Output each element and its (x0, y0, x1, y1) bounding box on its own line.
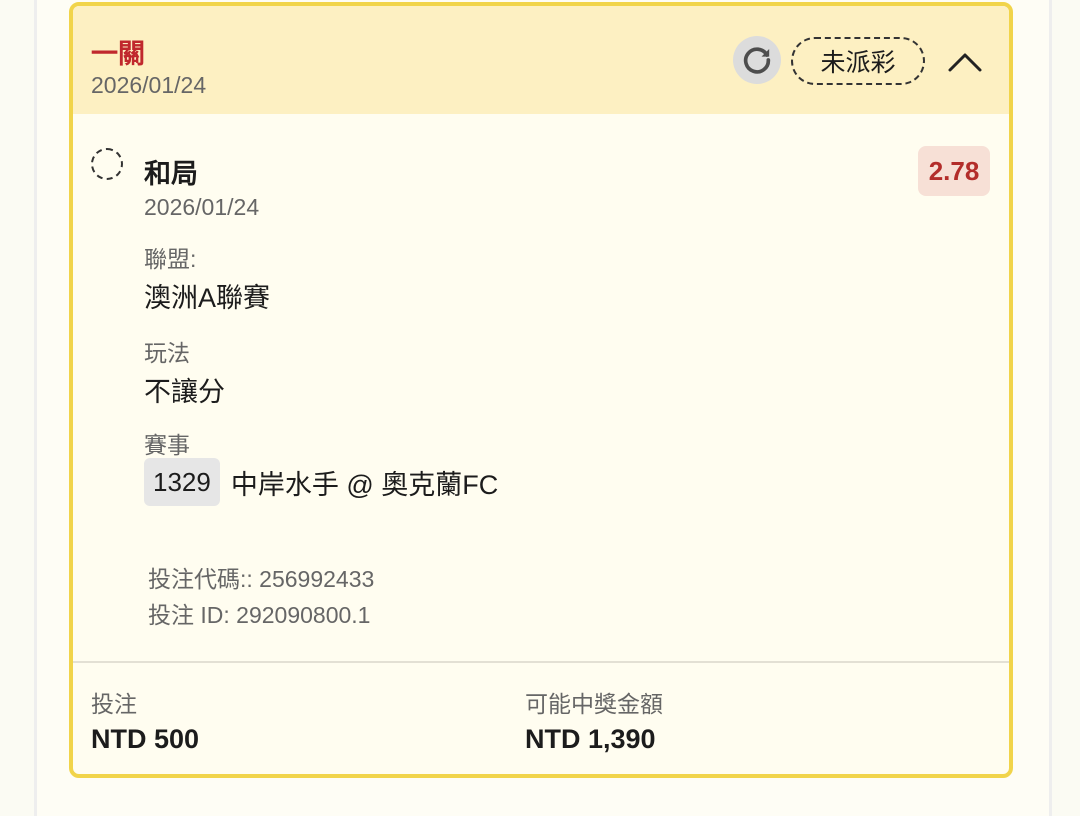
league-value: 澳洲A聯賽 (144, 283, 271, 313)
match-id-badge: 1329 (144, 458, 220, 506)
bet-type-title: 一關 (91, 39, 145, 69)
play-type-value: 不讓分 (144, 377, 225, 407)
status-badge: 未派彩 (791, 37, 925, 85)
play-type-label: 玩法 (144, 340, 190, 366)
bet-id: 投注 ID: 292090800.1 (148, 602, 371, 628)
match-name: 中岸水手 @ 奧克蘭FC (230, 469, 499, 500)
selection-status-circle (91, 148, 123, 180)
chevron-up-icon (948, 53, 982, 72)
bet-date: 2026/01/24 (91, 72, 207, 98)
odds-badge: 2.78 (918, 146, 990, 196)
payout-value: NTD 1,390 (525, 724, 656, 754)
match-row: 1329 中岸水手 @ 奧克蘭FC (144, 458, 498, 506)
refresh-button[interactable] (733, 36, 781, 84)
match-label: 賽事 (144, 432, 190, 458)
stake-value: NTD 500 (91, 724, 200, 754)
selection-date: 2026/01/24 (144, 194, 260, 220)
stake-label: 投注 (91, 691, 137, 717)
collapse-button[interactable] (943, 40, 987, 84)
league-label: 聯盟: (144, 246, 197, 272)
bet-code: 投注代碼:: 256992433 (148, 566, 375, 592)
divider (73, 661, 1009, 663)
refresh-icon (743, 47, 771, 74)
selection-name: 和局 (144, 159, 198, 189)
bet-slip-card: 一關 2026/01/24 未派彩 和局 2026/01/24 2.78 聯盟:… (69, 2, 1013, 778)
bet-card-header[interactable]: 一關 2026/01/24 未派彩 (73, 6, 1009, 114)
payout-label: 可能中獎金額 (525, 691, 663, 717)
